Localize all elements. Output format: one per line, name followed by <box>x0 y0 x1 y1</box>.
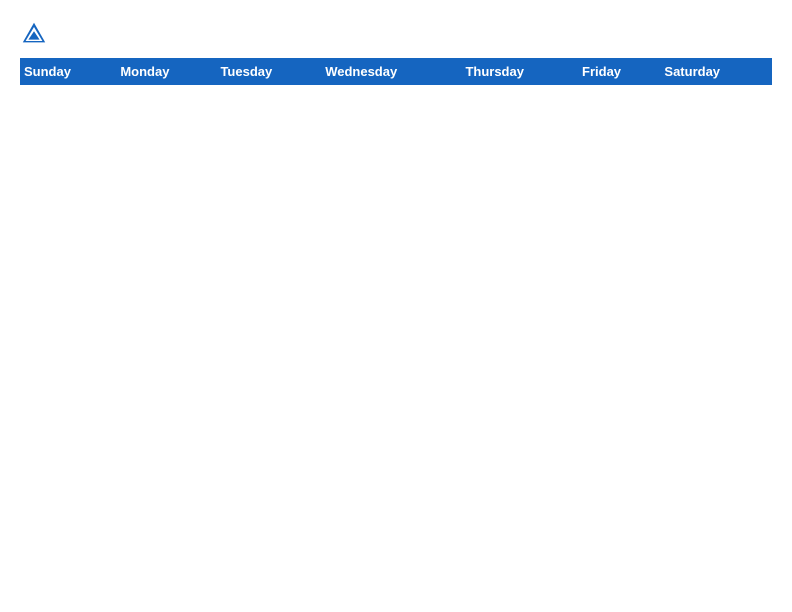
weekday-header-sunday: Sunday <box>20 58 116 85</box>
calendar-table: SundayMondayTuesdayWednesdayThursdayFrid… <box>20 58 772 85</box>
weekday-header-monday: Monday <box>116 58 216 85</box>
weekday-header-tuesday: Tuesday <box>216 58 321 85</box>
logo <box>20 20 52 48</box>
weekday-header-thursday: Thursday <box>461 58 578 85</box>
page-header <box>20 20 772 48</box>
weekday-header-wednesday: Wednesday <box>321 58 461 85</box>
logo-icon <box>20 20 48 48</box>
weekday-header-row: SundayMondayTuesdayWednesdayThursdayFrid… <box>20 58 772 85</box>
weekday-header-friday: Friday <box>578 58 660 85</box>
weekday-header-saturday: Saturday <box>660 58 772 85</box>
